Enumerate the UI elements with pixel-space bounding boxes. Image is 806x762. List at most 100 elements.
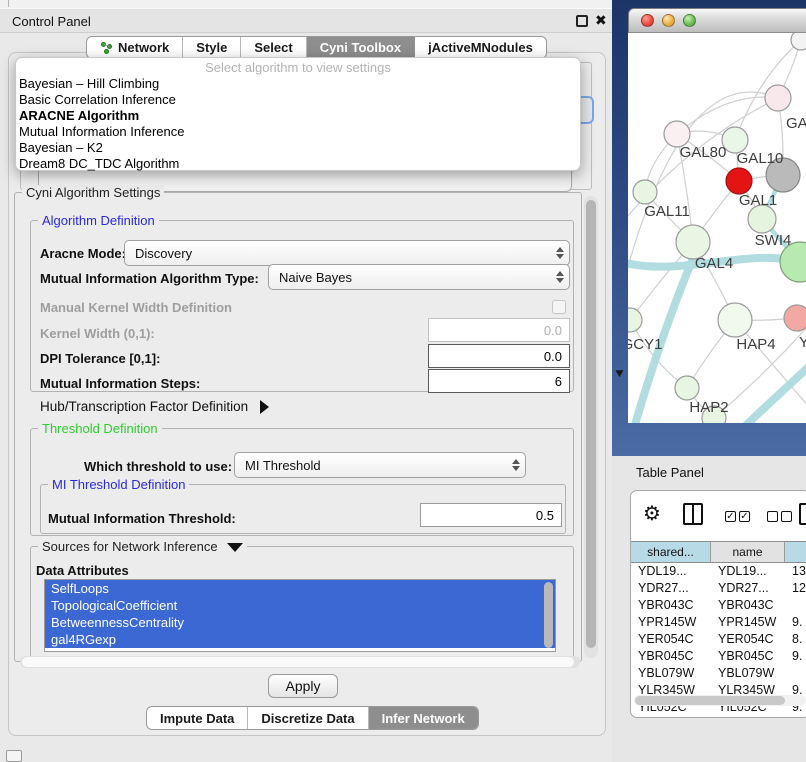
zoom-traffic-light-icon[interactable]: [683, 14, 696, 27]
aracne-mode-combo[interactable]: Discovery: [124, 240, 570, 266]
data-attributes-list: SelfLoops TopologicalCoefficient Between…: [44, 579, 556, 652]
float-panel-icon[interactable]: [576, 15, 588, 27]
mi-type-combo[interactable]: Naive Bayes: [268, 264, 570, 290]
node-label: HAP2: [689, 399, 728, 416]
unchecked-checkbox-icon[interactable]: [781, 511, 792, 522]
settings-hscrollbar-track[interactable]: [20, 656, 580, 668]
node-hap4[interactable]: [718, 303, 752, 337]
minimized-panel-icon[interactable]: [6, 750, 22, 762]
tab-impute-data[interactable]: Impute Data: [147, 707, 248, 729]
checked-checkbox-icon[interactable]: ✓: [725, 511, 736, 522]
network-window-titlebar: [628, 8, 806, 33]
tab-jactivemnodules[interactable]: jActiveMNodules: [415, 37, 546, 58]
column-header-shared-name[interactable]: shared...: [631, 542, 711, 562]
panel-tab-notch: [8, 0, 9, 7]
column-header-partial[interactable]: A: [785, 542, 806, 562]
node-label: GAL1: [739, 192, 777, 209]
column-header-name[interactable]: name: [711, 542, 785, 562]
table-container: ⚙ ✓ ✓ shared... name A YDL19...YDL19.: [630, 490, 806, 718]
manual-kernel-label: Manual Kernel Width Definition: [40, 300, 232, 315]
which-threshold-combo[interactable]: MI Threshold: [234, 452, 526, 478]
tab-cyni-toolbox[interactable]: Cyni Toolbox: [307, 37, 415, 58]
attribute-item-selected[interactable]: BetweennessCentrality: [45, 614, 555, 631]
columns-icon[interactable]: [683, 503, 703, 525]
network-icon: [100, 41, 113, 54]
node-gal-partial[interactable]: [765, 85, 791, 111]
node-label: GAL11: [644, 203, 690, 220]
attribute-item-selected[interactable]: gal4RGexp: [45, 631, 555, 648]
network-canvas[interactable]: GAL GAL80 GAL10 GAL1 GAL11 SWI4 GAL4 GCY…: [628, 33, 806, 423]
tab-style[interactable]: Style: [183, 37, 241, 58]
aracne-mode-label: Aracne Mode:: [40, 246, 126, 261]
table-row[interactable]: YDR27...YDR27...12: [631, 580, 806, 597]
mi-threshold-label: Mutual Information Threshold:: [48, 511, 236, 526]
mi-steps-field[interactable]: 6: [428, 369, 570, 393]
node-green[interactable]: [748, 205, 776, 233]
hub-section-toggle[interactable]: Hub/Transcription Factor Definition: [40, 399, 269, 414]
node-label: GAL4: [695, 255, 733, 272]
mi-steps-label: Mutual Information Steps:: [40, 376, 200, 391]
apply-button[interactable]: Apply: [268, 674, 338, 698]
control-panel-title: Control Panel: [12, 14, 91, 29]
dropdown-item[interactable]: Mutual Information Inference: [16, 124, 580, 140]
close-panel-icon[interactable]: ✖: [595, 12, 607, 29]
node-label: Y: [799, 334, 806, 351]
close-traffic-light-icon[interactable]: [641, 14, 654, 27]
minimize-traffic-light-icon[interactable]: [662, 14, 675, 27]
node-gal1-red[interactable]: [726, 168, 752, 194]
kernel-width-field[interactable]: 0.0: [428, 318, 570, 342]
dpi-tolerance-field[interactable]: 0.0: [428, 344, 570, 368]
table-row[interactable]: YDL19...YDL19...13: [631, 563, 806, 580]
settings-scrollbar-thumb[interactable]: [586, 200, 596, 648]
sources-title[interactable]: Sources for Network Inference: [38, 539, 247, 554]
table-row[interactable]: YBR043CYBR043C: [631, 597, 806, 614]
settings-hscrollbar-thumb[interactable]: [22, 657, 574, 667]
tab-infer-network[interactable]: Infer Network: [369, 707, 478, 729]
table-row[interactable]: YPR145WYPR145W9.: [631, 614, 806, 631]
cyni-settings-title: Cyni Algorithm Settings: [22, 185, 164, 200]
table-hscrollbar-thumb[interactable]: [635, 696, 785, 705]
combo-stepper-icon: [551, 271, 569, 283]
control-panel-tabbar: Network Style Select Cyni Toolbox jActiv…: [86, 36, 547, 59]
attributes-scrollbar-thumb[interactable]: [544, 582, 553, 648]
table-row[interactable]: YER054CYER054C8.: [631, 631, 806, 648]
tab-select[interactable]: Select: [241, 37, 306, 58]
checked-checkbox-icon[interactable]: ✓: [739, 511, 750, 522]
dropdown-item[interactable]: Basic Correlation Inference: [16, 92, 580, 108]
kernel-width-label: Kernel Width (0,1):: [40, 326, 155, 341]
tab-network[interactable]: Network: [87, 37, 183, 58]
attribute-item-selected[interactable]: SelfLoops: [45, 580, 555, 597]
table-row[interactable]: YBL079WYBL079W: [631, 665, 806, 682]
control-panel-titlebar: Control Panel ✖: [0, 8, 612, 33]
node-salmon[interactable]: [784, 305, 806, 331]
document-icon[interactable]: [799, 503, 806, 525]
algorithm-dropdown-popup: Select algorithm to view settings Bayesi…: [15, 57, 581, 171]
dropdown-item[interactable]: Bayesian – Hill Climbing: [16, 76, 580, 92]
manual-kernel-checkbox[interactable]: [552, 300, 566, 314]
table-panel: Table Panel ⚙ ✓ ✓ shared... name A: [612, 456, 806, 762]
node-hap2[interactable]: [675, 376, 699, 400]
node-gal4[interactable]: [676, 225, 710, 259]
node-label: GCY1: [628, 336, 662, 353]
right-region: GAL GAL80 GAL10 GAL1 GAL11 SWI4 GAL4 GCY…: [612, 0, 806, 762]
mi-threshold-definition-title: MI Threshold Definition: [48, 477, 189, 492]
node-gal11[interactable]: [633, 180, 657, 204]
table-hscrollbar-track[interactable]: [634, 695, 806, 706]
dropdown-item-selected[interactable]: ARACNE Algorithm: [16, 108, 580, 124]
tab-discretize-data[interactable]: Discretize Data: [248, 707, 368, 729]
node-label: GAL10: [737, 150, 784, 167]
node-gcy1[interactable]: [628, 308, 642, 332]
node-table: shared... name A YDL19...YDL19...13 YDR2…: [631, 541, 806, 716]
attribute-item-selected[interactable]: TopologicalCoefficient: [45, 597, 555, 614]
mi-type-label: Mutual Information Algorithm Type:: [40, 271, 259, 286]
unchecked-checkbox-icon[interactable]: [767, 511, 778, 522]
combo-stepper-icon: [551, 247, 569, 259]
mouse-cursor: [614, 367, 624, 377]
gear-icon[interactable]: ⚙: [643, 501, 661, 526]
mi-threshold-field[interactable]: 0.5: [420, 503, 562, 527]
node-label: GAL80: [680, 144, 727, 161]
dropdown-item[interactable]: Dream8 DC_TDC Algorithm: [16, 156, 580, 172]
table-header-row: shared... name A: [631, 541, 806, 563]
table-row[interactable]: YBR045CYBR045C9.: [631, 648, 806, 665]
dropdown-item[interactable]: Bayesian – K2: [16, 140, 580, 156]
